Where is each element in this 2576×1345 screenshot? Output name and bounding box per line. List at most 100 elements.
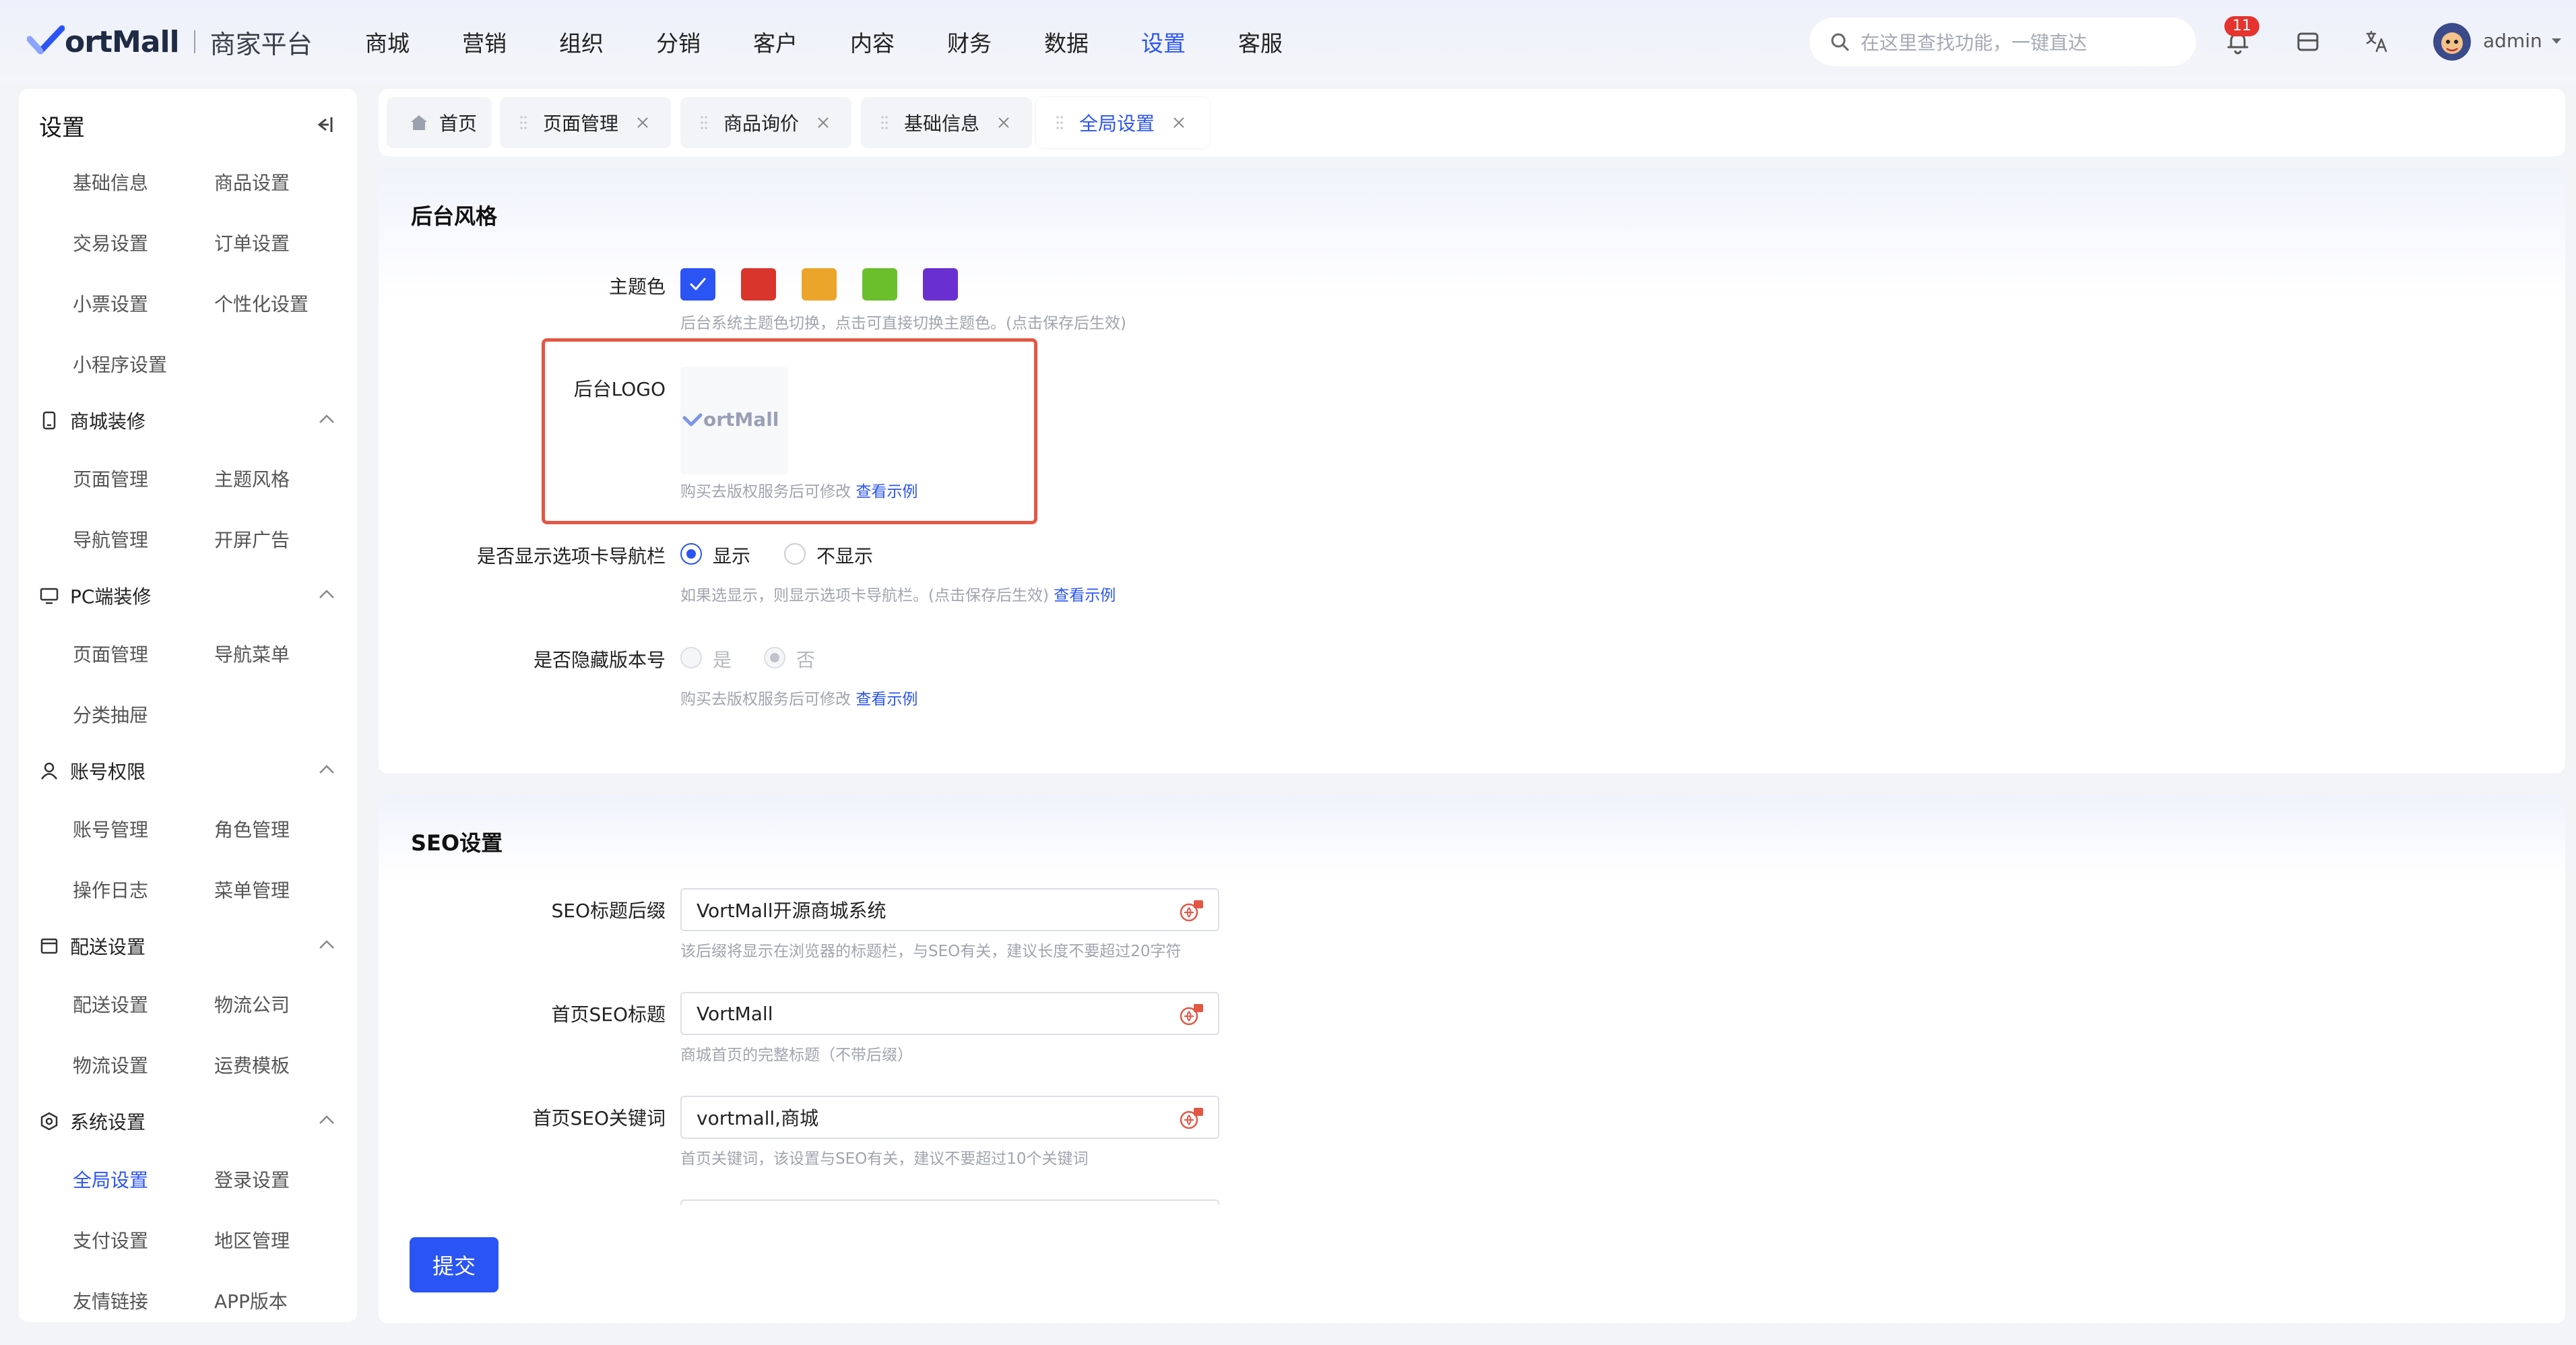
- tab-bar: 首页 页面管理 商品询价 基础信息 全局设置: [379, 89, 2565, 156]
- search-input[interactable]: 在这里查找功能，一键直达: [1809, 18, 2196, 66]
- sidebar-item-global-settings[interactable]: 全局设置: [73, 1166, 148, 1193]
- sidebar-group-mall-decoration[interactable]: 商城装修: [39, 407, 335, 434]
- user-menu[interactable]: admin: [2483, 30, 2563, 52]
- translate-icon[interactable]: [1179, 1106, 1204, 1131]
- nav-item-finance[interactable]: 财务: [947, 26, 1044, 58]
- sidebar-item-receipt-settings[interactable]: 小票设置: [73, 290, 148, 317]
- close-icon[interactable]: [816, 116, 830, 129]
- seo-title-suffix-input[interactable]: VortMall开源商城系统: [680, 888, 1219, 931]
- sidebar-item-pc-page-management[interactable]: 页面管理: [73, 640, 148, 667]
- nav-item-content[interactable]: 内容: [850, 26, 947, 58]
- sidebar-item-operation-log[interactable]: 操作日志: [73, 876, 148, 903]
- logo-hint: 购买去版权服务后可修改 查看示例: [680, 478, 917, 501]
- sidebar-item-category-drawer[interactable]: 分类抽屉: [73, 701, 148, 728]
- translate-icon[interactable]: [1179, 1003, 1204, 1027]
- home-seo-keywords-input[interactable]: vortmall,商城: [680, 1096, 1219, 1139]
- nav-item-marketing[interactable]: 营销: [462, 26, 559, 58]
- sidebar-group-account-permissions[interactable]: 账号权限: [39, 757, 335, 784]
- collapse-icon[interactable]: [314, 116, 334, 133]
- sidebar-item-logistics-settings[interactable]: 物流设置: [73, 1051, 148, 1078]
- tab-nav-show-radio[interactable]: [680, 543, 702, 565]
- nav-item-organization[interactable]: 组织: [559, 26, 656, 58]
- nav-item-service[interactable]: 客服: [1238, 26, 1335, 58]
- tab-nav-show-label[interactable]: 显示: [713, 542, 750, 569]
- sidebar-item-product-settings[interactable]: 商品设置: [214, 168, 290, 195]
- theme-color-red[interactable]: [741, 268, 776, 301]
- sidebar-item-app-version[interactable]: APP版本: [214, 1287, 288, 1314]
- translate-icon[interactable]: [2363, 28, 2390, 55]
- drag-handle-icon[interactable]: [701, 115, 707, 130]
- sidebar-item-menu-management[interactable]: 菜单管理: [214, 876, 290, 903]
- drag-handle-icon[interactable]: [520, 115, 527, 130]
- sidebar-item-page-management[interactable]: 页面管理: [73, 465, 148, 492]
- close-icon[interactable]: [997, 116, 1010, 129]
- home-seo-title-label: 首页SEO标题: [551, 1003, 666, 1026]
- sidebar-item-delivery-settings[interactable]: 配送设置: [73, 991, 148, 1018]
- avatar[interactable]: [2433, 23, 2471, 61]
- sidebar-item-account-management[interactable]: 账号管理: [73, 815, 148, 842]
- chevron-up-icon: [319, 1115, 334, 1124]
- sidebar-item-order-settings[interactable]: 订单设置: [214, 229, 290, 256]
- hide-version-example-link[interactable]: 查看示例: [856, 691, 917, 708]
- nav-item-data[interactable]: 数据: [1044, 26, 1141, 58]
- tab-product-inquiry[interactable]: 商品询价: [680, 97, 851, 148]
- translate-icon[interactable]: [1179, 899, 1204, 923]
- submit-button[interactable]: 提交: [410, 1237, 498, 1292]
- theme-color-label: 主题色: [608, 276, 666, 298]
- chevron-up-icon: [319, 414, 334, 423]
- nav-item-settings[interactable]: 设置: [1141, 26, 1238, 58]
- section-title-backend-style: 后台风格: [411, 204, 498, 229]
- sidebar-item-trade-settings[interactable]: 交易设置: [73, 229, 148, 256]
- sidebar-group-system-settings[interactable]: 系统设置: [39, 1108, 335, 1135]
- theme-color-green[interactable]: [862, 268, 897, 301]
- platform-name: 商家平台: [210, 29, 313, 59]
- sidebar-item-splash-ad[interactable]: 开屏广告: [214, 526, 290, 553]
- sidebar-item-payment-settings[interactable]: 支付设置: [73, 1226, 148, 1253]
- sidebar-item-login-settings[interactable]: 登录设置: [214, 1166, 290, 1193]
- sidebar-group-pc-decoration[interactable]: PC端装修: [39, 582, 335, 609]
- sidebar-group-delivery-settings[interactable]: 配送设置: [39, 933, 335, 960]
- nav-item-mall[interactable]: 商城: [365, 26, 462, 58]
- tab-nav-hide-label[interactable]: 不显示: [816, 542, 873, 569]
- theme-color-blue[interactable]: [680, 268, 715, 301]
- sidebar-item-theme-style[interactable]: 主题风格: [214, 465, 290, 492]
- tab-nav-example-link[interactable]: 查看示例: [1054, 587, 1116, 604]
- sidebar-item-nav-menu[interactable]: 导航菜单: [214, 640, 290, 667]
- store-icon[interactable]: [2294, 28, 2321, 55]
- backend-logo-preview[interactable]: ortMall: [680, 367, 788, 474]
- home-seo-keywords-hint: 首页关键词，该设置与SEO有关，建议不要超过10个关键词: [680, 1150, 1089, 1168]
- drag-handle-icon[interactable]: [1056, 115, 1063, 130]
- sidebar-item-region-management[interactable]: 地区管理: [214, 1226, 290, 1253]
- tab-home[interactable]: 首页: [387, 97, 492, 148]
- system-icon: [40, 1112, 58, 1131]
- theme-color-orange[interactable]: [802, 268, 837, 301]
- tab-page-management[interactable]: 页面管理: [500, 97, 671, 148]
- backend-style-panel: 后台风格 主题色 后台系统主题色切换，点击可直接切换主题色。(点击保存后生效) …: [379, 168, 2565, 774]
- backend-logo-text: ortMall: [703, 408, 779, 431]
- nav-item-customer[interactable]: 客户: [753, 26, 850, 58]
- monitor-icon: [40, 588, 59, 604]
- tab-nav-hide-radio[interactable]: [784, 543, 806, 565]
- sidebar-title: 设置: [39, 115, 85, 142]
- tab-label: 页面管理: [543, 113, 619, 135]
- app-logo[interactable]: ortMall 商家平台: [27, 24, 313, 59]
- sidebar-item-basic-info[interactable]: 基础信息: [73, 168, 148, 195]
- logo-example-link[interactable]: 查看示例: [856, 483, 917, 501]
- home-seo-title-input[interactable]: VortMall: [680, 992, 1219, 1035]
- drag-handle-icon[interactable]: [881, 115, 888, 130]
- sidebar-item-friendly-links[interactable]: 友情链接: [73, 1287, 148, 1314]
- sidebar-item-personalization[interactable]: 个性化设置: [214, 290, 309, 317]
- nav-item-distribution[interactable]: 分销: [656, 26, 753, 58]
- sidebar-item-nav-management[interactable]: 导航管理: [73, 526, 148, 553]
- sidebar-item-miniprogram[interactable]: 小程序设置: [73, 350, 167, 377]
- sidebar-item-logistics-company[interactable]: 物流公司: [214, 991, 290, 1018]
- sidebar-item-freight-template[interactable]: 运费模板: [214, 1051, 290, 1078]
- theme-color-purple[interactable]: [923, 268, 958, 301]
- tab-global-settings[interactable]: 全局设置: [1036, 97, 1210, 148]
- phone-icon: [42, 411, 56, 430]
- close-icon[interactable]: [1172, 116, 1186, 129]
- close-icon[interactable]: [636, 116, 649, 129]
- hide-version-no-label: 否: [796, 649, 816, 671]
- sidebar-item-role-management[interactable]: 角色管理: [214, 815, 290, 842]
- tab-basic-info[interactable]: 基础信息: [861, 97, 1032, 148]
